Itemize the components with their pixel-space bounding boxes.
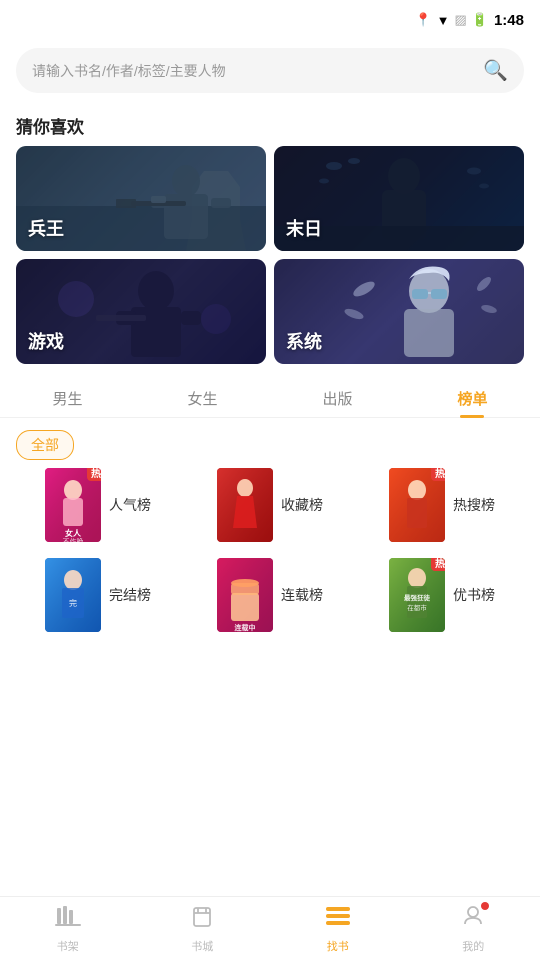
category-item-mori[interactable]: 末日	[274, 146, 524, 251]
rank-inner-serial: 连载中 连载榜	[217, 558, 323, 632]
rank-cover-popular: 热 女人 不作晚	[45, 468, 101, 542]
tab-male[interactable]: 男生	[32, 380, 102, 417]
rank-inner-collect: 收藏榜	[217, 468, 323, 542]
rank-inner-popular: 热 女人 不作晚	[45, 468, 151, 542]
nav-find[interactable]: 找书	[324, 904, 352, 954]
rank-cover-serial: 连载中	[217, 558, 273, 632]
location-icon: 📍	[415, 12, 431, 28]
recommend-section-title: 猜你喜欢	[0, 101, 540, 146]
rank-title-finish: 完结榜	[109, 586, 151, 604]
category-item-youxi[interactable]: 游戏	[16, 259, 266, 364]
rank-title-collect: 收藏榜	[281, 496, 323, 514]
category-label-xitong: 系统	[286, 328, 322, 354]
nav-mine-badge	[481, 902, 489, 910]
bottom-nav: 书架 书城 找书	[0, 896, 540, 960]
nav-shelf-label: 书架	[57, 938, 79, 954]
rank-title-good: 优书榜	[453, 586, 495, 604]
rank-item-serial[interactable]: 连载中 连载榜	[188, 558, 352, 632]
nav-store[interactable]: 书城	[190, 904, 214, 954]
svg-text:连载中: 连载中	[235, 623, 256, 632]
search-icon[interactable]: 🔍	[483, 58, 508, 83]
wifi-icon: ▼	[437, 13, 450, 28]
nav-mine[interactable]: 我的	[461, 904, 485, 954]
hot-badge-hotsearch: 热	[431, 468, 445, 481]
status-time: 1:48	[494, 12, 524, 29]
category-grid: 兵王 末日	[0, 146, 540, 372]
nav-shelf[interactable]: 书架	[55, 904, 81, 954]
status-icons: 📍 ▼ ▨ 🔋	[415, 12, 488, 28]
hot-badge-good: 热	[431, 558, 445, 571]
rank-inner-good: 热 最强狂徒 在都市	[389, 558, 495, 632]
search-container: 请输入书名/作者/标签/主要人物 🔍	[0, 40, 540, 101]
rank-title-popular: 人气榜	[109, 496, 151, 514]
rank-inner-hotsearch: 热 热搜榜	[389, 468, 495, 542]
rank-title-serial: 连载榜	[281, 586, 323, 604]
rank-title-hotsearch: 热搜榜	[453, 496, 495, 514]
search-placeholder-text: 请输入书名/作者/标签/主要人物	[32, 61, 475, 81]
rank-cover-hotsearch: 热	[389, 468, 445, 542]
nav-store-label: 书城	[191, 938, 213, 954]
category-item-xitong[interactable]: 系统	[274, 259, 524, 364]
filter-row: 全部	[0, 418, 540, 468]
store-icon	[190, 904, 214, 935]
rank-cover-good: 热 最强狂徒 在都市	[389, 558, 445, 632]
rankings-container: 热 女人 不作晚	[0, 468, 540, 648]
category-label-youxi: 游戏	[28, 328, 64, 354]
nav-mine-label: 我的	[462, 938, 484, 954]
rank-inner-finish: 完 完结榜	[45, 558, 151, 632]
rank-item-popular[interactable]: 热 女人 不作晚	[16, 468, 180, 542]
rank-item-hotsearch[interactable]: 热 热搜榜	[360, 468, 524, 542]
battery-icon: 🔋	[472, 12, 488, 28]
rank-cover-collect	[217, 468, 273, 542]
main-content: 请输入书名/作者/标签/主要人物 🔍 猜你喜欢	[0, 40, 540, 718]
category-label-mori: 末日	[286, 215, 322, 241]
signal-icon: ▨	[454, 12, 466, 28]
tabs: 男生 女生 出版 榜单	[0, 372, 540, 418]
status-bar: 📍 ▼ ▨ 🔋 1:48	[0, 0, 540, 40]
rank-cover-finish: 完	[45, 558, 101, 632]
hot-badge-popular: 热	[87, 468, 101, 481]
svg-text:最强狂徒: 最强狂徒	[404, 593, 431, 602]
tab-publish[interactable]: 出版	[302, 380, 372, 417]
rank-item-finish[interactable]: 完 完结榜	[16, 558, 180, 632]
find-icon	[324, 904, 352, 935]
rank-item-collect[interactable]: 收藏榜	[188, 468, 352, 542]
shelf-icon	[55, 904, 81, 935]
tab-female[interactable]: 女生	[167, 380, 237, 417]
nav-find-label: 找书	[327, 938, 349, 954]
category-item-bingwang[interactable]: 兵王	[16, 146, 266, 251]
tab-rank[interactable]: 榜单	[437, 380, 507, 417]
category-label-bingwang: 兵王	[28, 215, 64, 241]
svg-text:在都市: 在都市	[407, 603, 427, 612]
svg-text:完: 完	[69, 598, 77, 608]
search-bar[interactable]: 请输入书名/作者/标签/主要人物 🔍	[16, 48, 524, 93]
rank-item-good[interactable]: 热 最强狂徒 在都市	[360, 558, 524, 632]
svg-text:女人: 女人	[65, 528, 82, 538]
filter-all-button[interactable]: 全部	[16, 430, 74, 460]
